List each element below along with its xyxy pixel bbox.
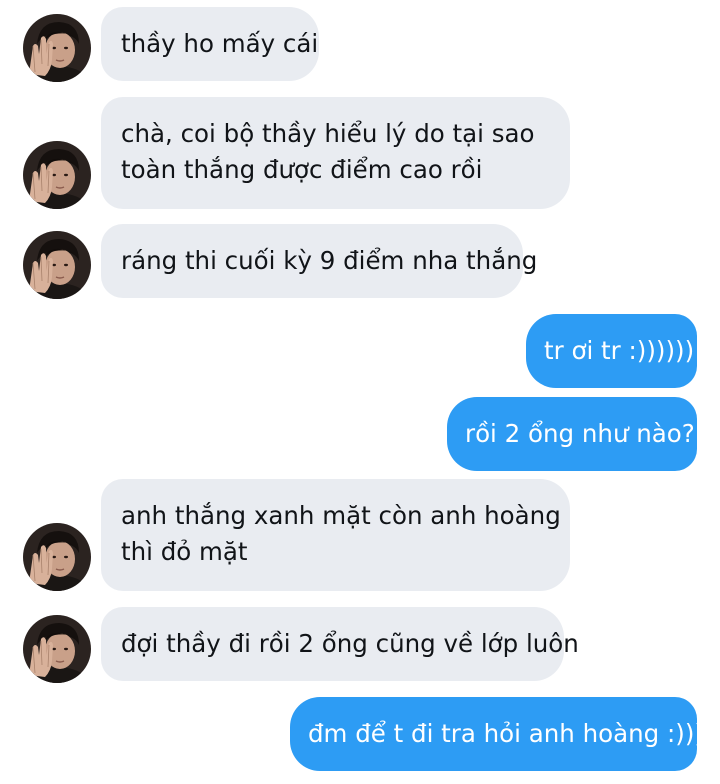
message-text: đm để t đi tra hỏi anh hoàng :)))): [308, 719, 714, 748]
incoming-message-bubble[interactable]: chà, coi bộ thầy hiểu lý do tại sao toàn…: [101, 97, 570, 209]
message-text: ráng thi cuối kỳ 9 điểm nha thắng: [121, 246, 538, 275]
message-text: rồi 2 ổng như nào?: [465, 419, 695, 448]
outgoing-message-bubble[interactable]: tr ơi tr :)))))): [526, 314, 697, 388]
message-text: tr ơi tr :)))))): [544, 336, 695, 365]
incoming-message-bubble[interactable]: anh thắng xanh mặt còn anh hoàng thì đỏ …: [101, 479, 570, 591]
message-text-line: thì đỏ mặt: [121, 537, 248, 566]
message-text-line: chà, coi bộ thầy hiểu lý do tại sao: [121, 119, 535, 148]
message-text: thầy ho mấy cái: [121, 29, 319, 58]
avatar[interactable]: [23, 615, 91, 683]
incoming-message-bubble[interactable]: thầy ho mấy cái: [101, 7, 319, 81]
message-text: đợi thầy đi rồi 2 ổng cũng về lớp luôn: [121, 629, 579, 658]
avatar[interactable]: [23, 523, 91, 591]
message-text-line: toàn thắng được điểm cao rồi: [121, 155, 483, 184]
avatar[interactable]: [23, 141, 91, 209]
message-text-line: anh thắng xanh mặt còn anh hoàng: [121, 501, 561, 530]
avatar[interactable]: [23, 14, 91, 82]
outgoing-message-bubble[interactable]: rồi 2 ổng như nào?: [447, 397, 697, 471]
outgoing-message-bubble[interactable]: đm để t đi tra hỏi anh hoàng :)))): [290, 697, 714, 771]
incoming-message-bubble[interactable]: đợi thầy đi rồi 2 ổng cũng về lớp luôn: [101, 607, 579, 681]
avatar[interactable]: [23, 231, 91, 299]
incoming-message-bubble[interactable]: ráng thi cuối kỳ 9 điểm nha thắng: [101, 224, 537, 298]
